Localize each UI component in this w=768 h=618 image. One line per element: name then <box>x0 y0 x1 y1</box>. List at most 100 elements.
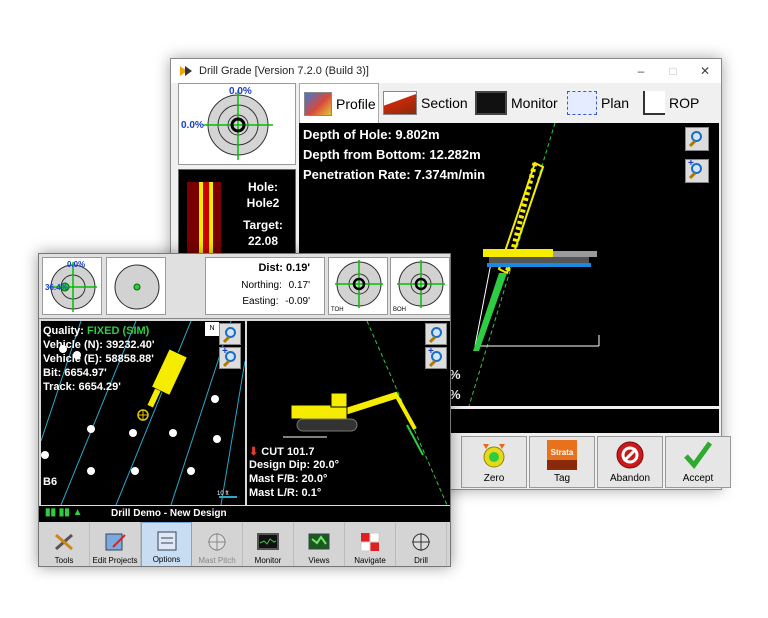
scope-top-value: 0.0% <box>229 86 252 97</box>
zoom-out-button[interactable] <box>685 127 709 151</box>
strata-text: Strata <box>551 448 574 457</box>
quality-label: Quality: <box>43 325 84 337</box>
northing-value: 0.17' <box>288 280 310 291</box>
mast-lr: Mast L/R: 0.1° <box>249 487 322 499</box>
close-button[interactable]: ✕ <box>689 64 721 78</box>
toh-label: TOH <box>331 307 344 313</box>
drill-label: Drill <box>414 556 428 565</box>
monitor-icon <box>475 91 507 115</box>
target-value: 22.08 <box>247 234 279 248</box>
position-scope <box>106 257 166 315</box>
maximize-button[interactable]: □ <box>657 64 689 78</box>
scope-small-top-value: 0.0% <box>67 260 86 269</box>
drill-icon <box>412 533 430 551</box>
minimize-button[interactable]: – <box>625 64 657 78</box>
side-zoom-in-button[interactable]: + <box>425 346 447 369</box>
signal-icons: ▮▮ ▮▮ ▲ <box>45 507 83 518</box>
mast-pitch-button[interactable]: Mast Pitch <box>192 522 243 566</box>
window-controls: – □ ✕ <box>625 64 721 78</box>
north-arrow-icon: N <box>205 322 219 336</box>
profile-icon <box>304 91 332 116</box>
options-button[interactable]: Options <box>141 522 192 566</box>
monitor-icon <box>257 533 279 550</box>
options-icon <box>157 531 176 551</box>
gps-quality: Quality: FIXED (SIM) <box>43 325 149 337</box>
left-column: 0.0% 0.0% Hole: Hole2 Target: 22.08 <box>178 83 296 300</box>
map-zoom-in-button[interactable]: + <box>219 346 241 369</box>
navigate-button[interactable]: Navigate <box>345 522 396 566</box>
tools-button[interactable]: Tools <box>39 522 90 566</box>
views-icon <box>308 533 330 550</box>
plan-map-view[interactable]: Quality: FIXED (SIM) Vehicle (N): 39232.… <box>41 321 245 505</box>
tab-monitor-label: Monitor <box>511 95 558 111</box>
vehicle-northing: Vehicle (N): 39232.40' <box>43 339 155 351</box>
project-title: Drill Demo - New Design <box>111 508 227 519</box>
strata-tag-icon: Strata <box>547 440 577 470</box>
grid-label: B6 <box>43 476 58 488</box>
drill-button[interactable]: Drill <box>396 522 447 566</box>
tab-profile-label: Profile <box>336 95 376 112</box>
design-dip: Design Dip: 20.0° <box>249 459 339 471</box>
tag-button[interactable]: Strata Tag <box>529 436 595 488</box>
navigate-icon <box>360 532 380 552</box>
cut-readout: ⬇ CUT 101.7 <box>249 445 314 458</box>
rop-icon <box>643 91 665 115</box>
mast-pitch-label: Mast Pitch <box>198 556 236 565</box>
tab-monitor[interactable]: Monitor <box>471 83 563 123</box>
boh-label: BOH <box>393 307 407 313</box>
toh-scope: TOH <box>328 257 388 315</box>
position-scope-graphic <box>114 264 160 310</box>
tab-section[interactable]: Section <box>379 83 471 123</box>
quality-value: FIXED (SIM) <box>87 325 150 337</box>
side-view[interactable]: + ⬇ CUT 101.7 Design Dip: 20.0° Mast F/B… <box>247 321 450 505</box>
scope-left-value: 0.0% <box>181 120 204 131</box>
zero-button[interactable]: Zero <box>461 436 527 488</box>
plan-icon <box>567 91 597 115</box>
status-bar: ▮▮ ▮▮ ▲ Drill Demo - New Design <box>39 506 450 522</box>
target-label: Target: <box>243 218 283 232</box>
zero-icon <box>483 444 505 468</box>
tab-plan-label: Plan <box>601 95 630 111</box>
zoom-in-button[interactable]: + <box>685 158 709 183</box>
boh-scope: BOH <box>390 257 450 315</box>
options-label: Options <box>152 555 181 564</box>
scale-label: 10 ft <box>217 491 229 497</box>
easting-label: Easting: <box>242 296 279 307</box>
title-bar: Drill Grade [Version 7.2.0 (Build 3)] – … <box>171 59 721 83</box>
track-elevation: Track: 6654.29' <box>43 381 121 393</box>
easting-value: -0.09' <box>285 296 310 307</box>
side-zoom-out-button[interactable] <box>425 323 447 345</box>
drill-demo-window: 0.0% 36.4% Dist: 0.19' Northing: 0.17' E… <box>38 253 451 567</box>
views-label: Views <box>308 556 330 565</box>
monitor-button[interactable]: Monitor <box>243 522 294 566</box>
abandon-label: Abandon <box>609 473 651 484</box>
window-title: Drill Grade [Version 7.2.0 (Build 3)] <box>199 65 369 77</box>
mast-fb: Mast F/B: 20.0° <box>249 473 328 485</box>
edit-projects-label: Edit Projects <box>92 556 138 565</box>
down-arrow-icon: ⬇ <box>249 446 259 458</box>
accept-button[interactable]: Accept <box>665 436 731 488</box>
map-zoom-out-button[interactable] <box>219 323 241 345</box>
tab-profile[interactable]: Profile <box>299 83 379 123</box>
tab-rop[interactable]: ROP <box>639 83 719 123</box>
hole-label: Hole: <box>248 180 278 194</box>
edit-projects-button[interactable]: Edit Projects <box>90 522 141 566</box>
penetration-rate: Penetration Rate: 7.374m/min <box>303 167 486 182</box>
action-buttons: Zero Strata Tag Abandon Accept <box>461 436 733 488</box>
tag-label: Tag <box>553 473 571 484</box>
northing-label: Northing: <box>241 280 282 291</box>
views-button[interactable]: Views <box>294 522 345 566</box>
app-logo-icon <box>179 64 193 78</box>
depth-of-hole: Depth of Hole: 9.802m <box>303 127 440 142</box>
section-icon <box>383 91 417 115</box>
tilt-scope: 0.0% 0.0% <box>178 83 296 165</box>
tools-icon <box>55 533 73 551</box>
mast-pitch-icon <box>208 533 226 551</box>
tab-section-label: Section <box>421 95 468 111</box>
accept-check-icon <box>684 441 713 469</box>
abandon-button[interactable]: Abandon <box>597 436 663 488</box>
tools-label: Tools <box>54 556 74 565</box>
tab-plan[interactable]: Plan <box>563 83 639 123</box>
zero-label: Zero <box>483 473 505 484</box>
monitor-label: Monitor <box>254 556 282 565</box>
